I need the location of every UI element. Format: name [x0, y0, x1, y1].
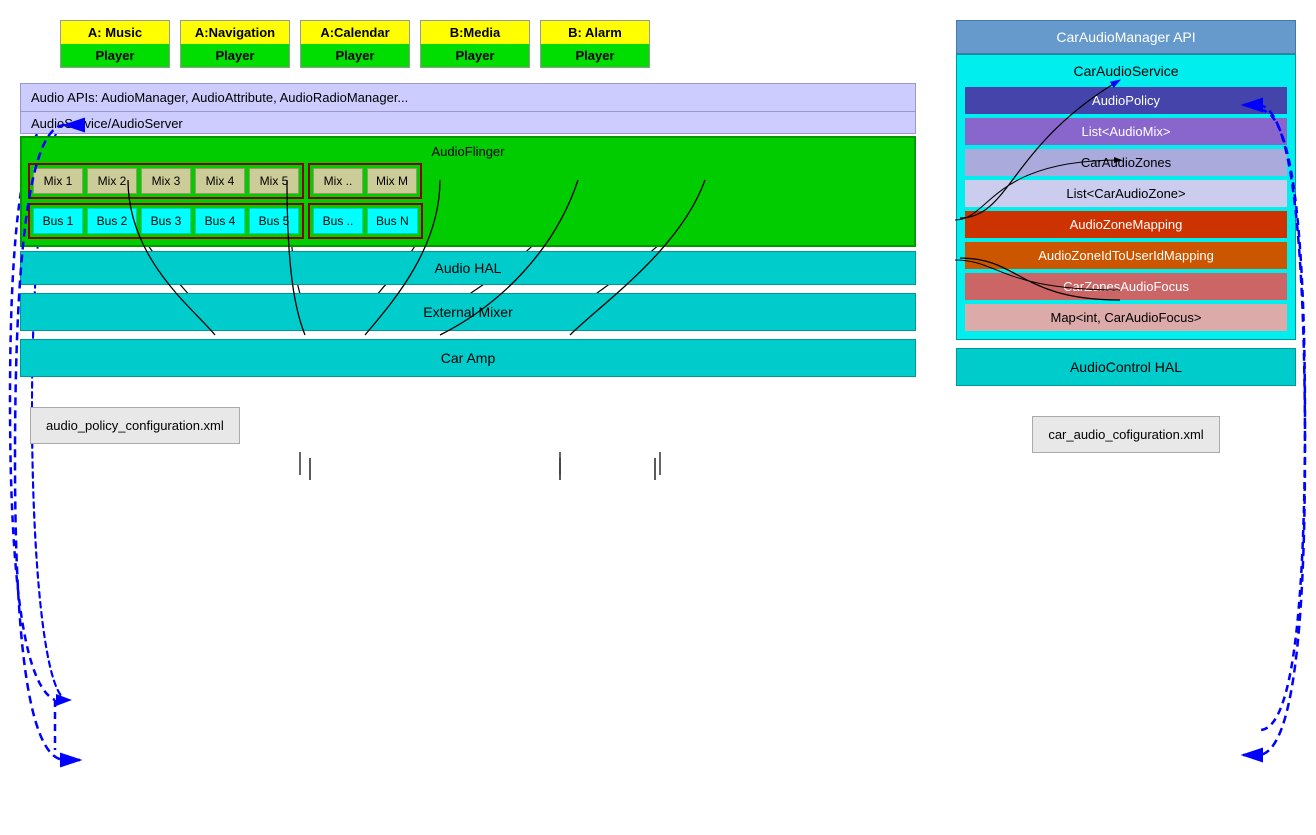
mix-box-m: Mix M [367, 168, 417, 194]
mix-box-dots: Mix .. [313, 168, 363, 194]
bus-row: Bus 1 Bus 2 Bus 3 Bus 4 Bus 5 Bus .. Bus… [28, 203, 908, 239]
bus-group-1: Bus 1 Bus 2 Bus 3 Bus 4 Bus 5 [28, 203, 304, 239]
mix-row: Mix 1 Mix 2 Mix 3 Mix 4 Mix 5 Mix .. Mix… [28, 163, 908, 199]
mix-box-2: Mix 2 [87, 168, 137, 194]
audio-service-label: AudioService/AudioServer [31, 116, 183, 131]
bus-box-n: Bus N [367, 208, 418, 234]
car-audio-manager-api-label: CarAudioManager API [1056, 29, 1195, 45]
car-audio-service-container: CarAudioService AudioPolicy List<AudioMi… [956, 54, 1296, 340]
bus-box-2: Bus 2 [87, 208, 137, 234]
app-row: A: Music Player A:Navigation Player A:Ca… [60, 20, 916, 68]
audio-control-hal: AudioControl HAL [956, 348, 1296, 386]
map-car-audio-focus-box: Map<int, CarAudioFocus> [965, 304, 1287, 331]
app-alarm-title: B: Alarm [541, 21, 649, 44]
left-panel: A: Music Player A:Navigation Player A:Ca… [20, 20, 916, 815]
car-audio-service-label: CarAudioService [965, 63, 1287, 79]
audioflinger-area: AudioFlinger Mix 1 Mix 2 Mix 3 Mix 4 Mix… [20, 136, 916, 247]
audio-service-layer: AudioService/AudioServer [20, 112, 916, 134]
audio-apis-layer: Audio APIs: AudioManager, AudioAttribute… [20, 83, 916, 112]
car-amp: Car Amp [20, 339, 916, 377]
app-music-subtitle: Player [61, 44, 169, 67]
app-media-subtitle: Player [421, 44, 529, 67]
mix-group-2: Mix .. Mix M [308, 163, 422, 199]
audio-policy-label: AudioPolicy [1092, 93, 1160, 108]
app-calendar-title: A:Calendar [301, 21, 409, 44]
list-car-audio-zone-label: List<CarAudioZone> [1066, 186, 1185, 201]
audio-apis-label: Audio APIs: AudioManager, AudioAttribute… [31, 90, 408, 105]
right-panel: CarAudioManager API CarAudioService Audi… [956, 20, 1296, 815]
car-zones-audio-focus-label: CarZonesAudioFocus [1063, 279, 1189, 294]
app-navigation-title: A:Navigation [181, 21, 289, 44]
bus-box-dots: Bus .. [313, 208, 363, 234]
mix-box-1: Mix 1 [33, 168, 83, 194]
app-navigation-subtitle: Player [181, 44, 289, 67]
audio-zone-id-mapping-label: AudioZoneIdToUserIdMapping [1038, 248, 1214, 263]
app-calendar-subtitle: Player [301, 44, 409, 67]
app-box-navigation: A:Navigation Player [180, 20, 290, 68]
bus-group-2: Bus .. Bus N [308, 203, 423, 239]
bus-box-3: Bus 3 [141, 208, 191, 234]
audio-hal-label: Audio HAL [435, 260, 502, 276]
list-audiomix-label: List<AudioMix> [1082, 124, 1171, 139]
bus-box-1: Bus 1 [33, 208, 83, 234]
mix-box-4: Mix 4 [195, 168, 245, 194]
audio-hal: Audio HAL [20, 251, 916, 285]
car-audio-zones-box: CarAudioZones [965, 149, 1287, 176]
audio-zone-mapping-box: AudioZoneMapping [965, 211, 1287, 238]
map-car-audio-focus-label: Map<int, CarAudioFocus> [1050, 310, 1201, 325]
list-audiomix-box: List<AudioMix> [965, 118, 1287, 145]
list-car-audio-zone-box: List<CarAudioZone> [965, 180, 1287, 207]
app-media-title: B:Media [421, 21, 529, 44]
app-box-music: A: Music Player [60, 20, 170, 68]
audio-zone-id-mapping-box: AudioZoneIdToUserIdMapping [965, 242, 1287, 269]
external-mixer: External Mixer [20, 293, 916, 331]
audio-control-hal-label: AudioControl HAL [1070, 359, 1182, 375]
audio-policy-box: AudioPolicy [965, 87, 1287, 114]
app-music-title: A: Music [61, 21, 169, 44]
bus-box-5: Bus 5 [249, 208, 299, 234]
car-audio-manager-api: CarAudioManager API [956, 20, 1296, 54]
app-box-alarm: B: Alarm Player [540, 20, 650, 68]
config-xml-box: audio_policy_configuration.xml [30, 407, 240, 444]
app-alarm-subtitle: Player [541, 44, 649, 67]
mix-group-1: Mix 1 Mix 2 Mix 3 Mix 4 Mix 5 [28, 163, 304, 199]
car-config-xml-box: car_audio_cofiguration.xml [1032, 416, 1219, 453]
audioflinger-label: AudioFlinger [28, 144, 908, 159]
car-audio-zones-label: CarAudioZones [1081, 155, 1171, 170]
mix-box-5: Mix 5 [249, 168, 299, 194]
external-mixer-label: External Mixer [423, 304, 512, 320]
mix-box-3: Mix 3 [141, 168, 191, 194]
bus-box-4: Bus 4 [195, 208, 245, 234]
car-config-xml-label: car_audio_cofiguration.xml [1048, 427, 1203, 442]
app-box-media: B:Media Player [420, 20, 530, 68]
car-zones-audio-focus-box: CarZonesAudioFocus [965, 273, 1287, 300]
car-amp-label: Car Amp [441, 350, 495, 366]
config-xml-label: audio_policy_configuration.xml [46, 418, 224, 433]
audio-zone-mapping-label: AudioZoneMapping [1070, 217, 1183, 232]
app-box-calendar: A:Calendar Player [300, 20, 410, 68]
